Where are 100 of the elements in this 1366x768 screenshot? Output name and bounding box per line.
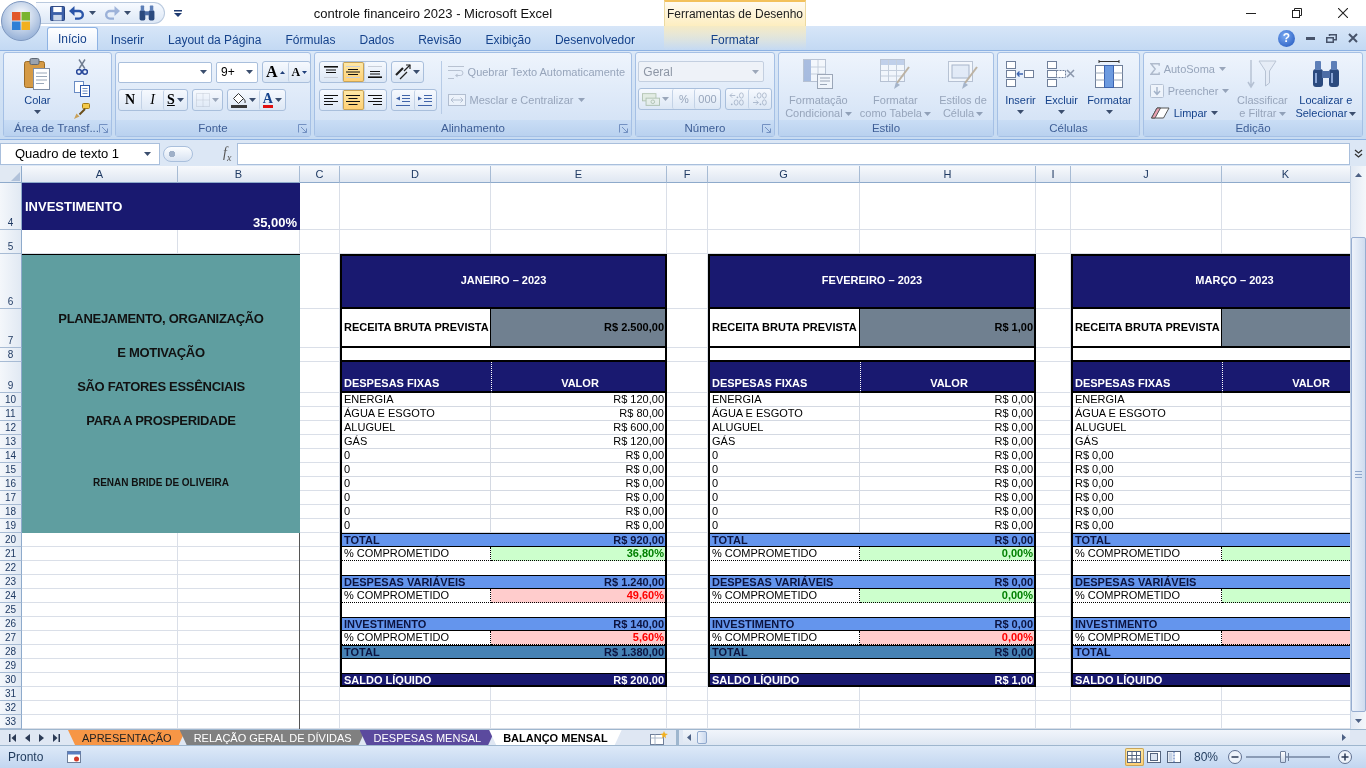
formula-field[interactable] xyxy=(237,142,1350,165)
shrink-font-button[interactable]: A xyxy=(287,62,311,82)
row-header[interactable]: 31 xyxy=(0,687,22,701)
scroll-left-icon[interactable] xyxy=(687,734,691,741)
new-sheet-icon[interactable] xyxy=(650,730,668,745)
previous-sheet-icon[interactable] xyxy=(24,733,30,742)
zoom-out-icon[interactable] xyxy=(1228,750,1242,764)
expand-icon[interactable] xyxy=(1353,149,1363,158)
ribbon-tab[interactable]: Formatar xyxy=(664,28,806,50)
caret-icon[interactable] xyxy=(200,70,207,74)
horizontal-scrollbar[interactable] xyxy=(683,730,1350,745)
row-header[interactable]: 9 xyxy=(0,362,22,393)
caret-icon[interactable] xyxy=(412,70,420,74)
column-header[interactable]: H xyxy=(860,166,1036,183)
row-header[interactable]: 6 xyxy=(0,254,22,309)
column-header[interactable]: B xyxy=(178,166,300,183)
caret-icon[interactable] xyxy=(274,98,282,102)
name-box[interactable]: Quadro de texto 1 xyxy=(0,142,160,165)
row-header[interactable]: 10 xyxy=(0,393,22,407)
font-size-field[interactable]: 9+ xyxy=(216,61,258,83)
minimize-icon[interactable] xyxy=(1246,12,1256,14)
row-header[interactable]: 11 xyxy=(0,407,22,421)
delete-button[interactable]: Excluir xyxy=(1042,56,1080,120)
row-header[interactable]: 16 xyxy=(0,477,22,491)
bold-button[interactable]: N xyxy=(119,90,141,110)
paste-button[interactable]: Colar xyxy=(22,56,53,120)
orientation-button[interactable] xyxy=(390,61,424,83)
column-header[interactable]: F xyxy=(667,166,708,183)
row-header[interactable]: 18 xyxy=(0,505,22,519)
view-button[interactable] xyxy=(1144,748,1164,766)
last-sheet-icon[interactable] xyxy=(52,733,60,742)
caret-icon[interactable] xyxy=(246,70,253,74)
scroll-up-icon[interactable] xyxy=(1355,172,1362,177)
view-button[interactable] xyxy=(1124,748,1144,766)
row-header[interactable]: 23 xyxy=(0,575,22,589)
save-icon[interactable] xyxy=(50,5,65,21)
scroll-down-icon[interactable] xyxy=(1355,718,1362,723)
ribbon-tab[interactable]: Layout da Página xyxy=(157,28,273,50)
column-header[interactable]: K xyxy=(1222,166,1350,183)
restore-icon[interactable] xyxy=(1326,33,1337,43)
insert-button[interactable]: Inserir xyxy=(1003,56,1038,120)
italic-button[interactable]: I xyxy=(141,90,163,110)
column-header[interactable]: J xyxy=(1071,166,1222,183)
ribbon-tab[interactable]: Dados xyxy=(348,28,406,50)
row-header[interactable]: 13 xyxy=(0,435,22,449)
undo-icon[interactable] xyxy=(69,6,85,20)
caret-icon[interactable] xyxy=(248,98,256,102)
caret-icon[interactable] xyxy=(89,11,96,15)
ribbon-tab[interactable]: Inserir xyxy=(99,28,156,50)
row-header[interactable]: 28 xyxy=(0,645,22,659)
row-header[interactable]: 27 xyxy=(0,631,22,645)
row-header[interactable]: 15 xyxy=(0,463,22,477)
underline-button[interactable]: S xyxy=(163,90,187,110)
row-header[interactable]: 32 xyxy=(0,701,22,715)
row-header[interactable]: 20 xyxy=(0,533,22,547)
scroll-thumb[interactable] xyxy=(1351,237,1366,712)
sheet-tab[interactable]: BALANÇO MENSAL xyxy=(489,730,622,745)
close-icon[interactable] xyxy=(1338,8,1348,18)
first-sheet-icon[interactable] xyxy=(8,733,16,742)
scroll-right-icon[interactable] xyxy=(1342,734,1346,741)
column-header[interactable]: A xyxy=(22,166,178,183)
row-header[interactable]: 24 xyxy=(0,589,22,603)
ribbon-tab[interactable]: Exibição xyxy=(474,28,542,50)
insert-function-button[interactable]: f$_{x}$ xyxy=(223,144,232,163)
row-header[interactable]: 4 xyxy=(0,183,22,230)
row-header[interactable]: 22 xyxy=(0,561,22,575)
column-header[interactable]: D xyxy=(340,166,491,183)
column-header[interactable]: E xyxy=(491,166,667,183)
resize-handle[interactable] xyxy=(163,145,193,162)
column-header[interactable]: I xyxy=(1036,166,1071,183)
row-header[interactable]: 14 xyxy=(0,449,22,463)
row-header[interactable]: 8 xyxy=(0,348,22,362)
ribbon-tab[interactable]: Revisão xyxy=(407,28,473,50)
align-center-button[interactable] xyxy=(341,90,364,110)
scroll-thumb[interactable] xyxy=(697,731,707,744)
record-macro-icon[interactable] xyxy=(67,751,82,763)
zoom-in-icon[interactable] xyxy=(1338,750,1352,764)
font-name-field[interactable] xyxy=(118,61,212,83)
row-header[interactable]: 7 xyxy=(0,309,22,348)
caret-icon[interactable] xyxy=(144,151,151,156)
row-header[interactable]: 33 xyxy=(0,715,22,729)
vertical-scrollbar[interactable] xyxy=(1350,166,1366,729)
column-header[interactable]: C xyxy=(300,166,340,183)
row-header[interactable]: 26 xyxy=(0,617,22,631)
grow-font-button[interactable]: A xyxy=(263,62,288,82)
next-sheet-icon[interactable] xyxy=(38,733,44,742)
view-button[interactable] xyxy=(1164,748,1184,766)
zoom-slider-thumb[interactable] xyxy=(1279,751,1286,763)
column-header[interactable]: G xyxy=(708,166,860,183)
binoculars-icon[interactable] xyxy=(139,5,155,21)
restore-icon[interactable] xyxy=(1292,8,1302,18)
format-button[interactable]: Formatar xyxy=(1085,56,1134,120)
customize-icon[interactable] xyxy=(174,9,182,17)
zoom-level[interactable]: 80% xyxy=(1193,750,1218,764)
row-header[interactable]: 29 xyxy=(0,659,22,673)
ribbon-tab[interactable]: Desenvolvedor xyxy=(543,28,646,50)
font-color-button[interactable]: A xyxy=(258,90,285,110)
find-button[interactable]: Localizar e Selecionar xyxy=(1293,56,1359,120)
row-header[interactable]: 19 xyxy=(0,519,22,533)
caret-icon[interactable] xyxy=(176,98,184,102)
